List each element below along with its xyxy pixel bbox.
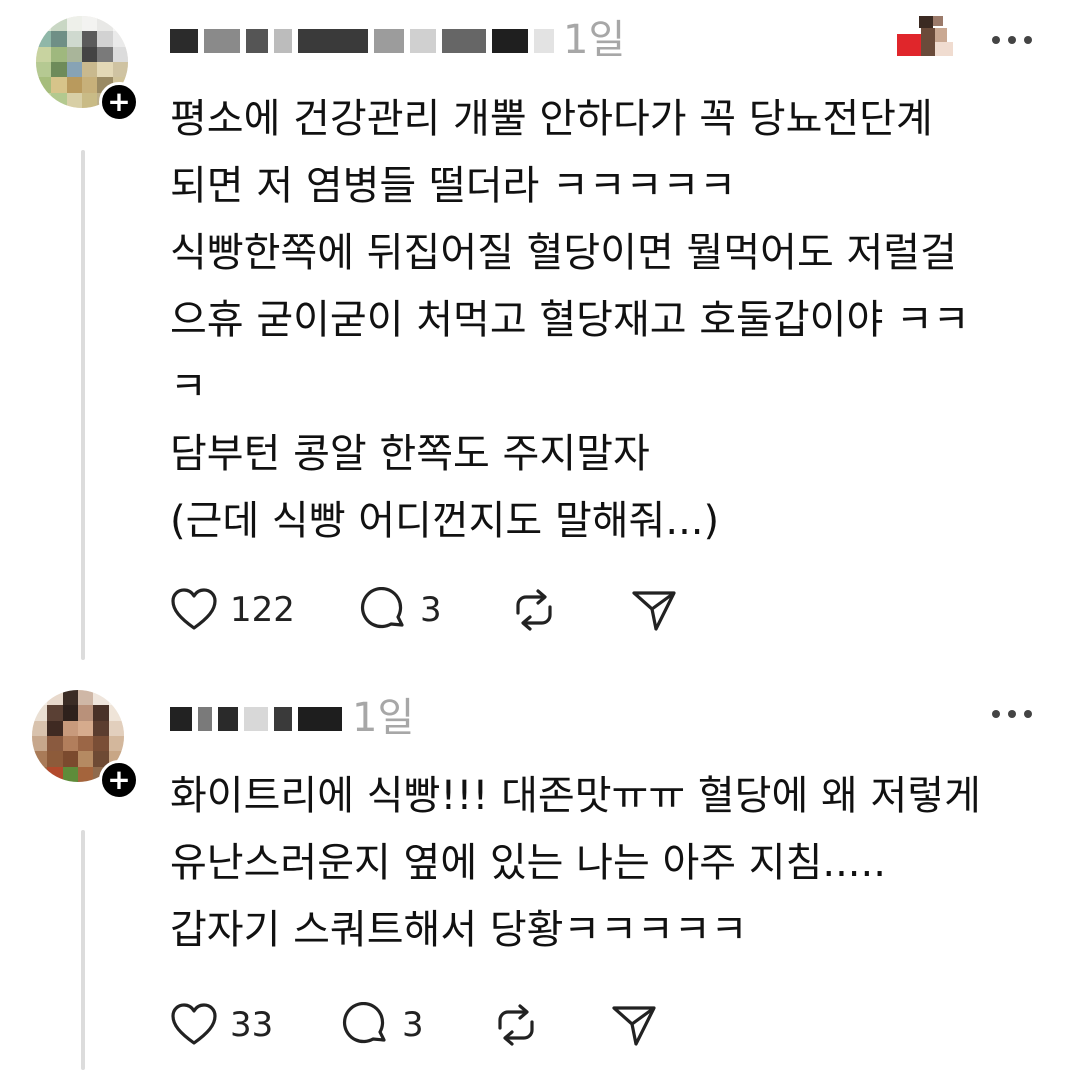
username-redacted[interactable] (170, 704, 342, 734)
share-button[interactable] (630, 580, 678, 640)
more-options-icon[interactable] (988, 704, 1036, 724)
repost-button[interactable] (510, 580, 558, 640)
thread-post: + 1일 화이트리에 식빵!!! 대존맛ㅠㅠ 혈당에 왜 저렇게 유난스러운지 … (0, 668, 1078, 1078)
repost-button[interactable] (492, 995, 540, 1055)
like-count: 122 (230, 590, 295, 630)
post-timestamp: 1일 (563, 17, 626, 63)
repost-icon (516, 589, 552, 631)
follow-plus-icon[interactable]: + (99, 760, 139, 800)
like-button[interactable]: 33 (170, 995, 273, 1055)
post-text: 화이트리에 식빵!!! 대존맛ㅠㅠ 혈당에 왜 저렇게 유난스러운지 옆에 있는… (170, 773, 981, 953)
reply-button[interactable]: 3 (342, 995, 424, 1055)
repost-icon (498, 1004, 534, 1046)
more-options-icon[interactable] (988, 30, 1036, 50)
attached-image-thumbnail[interactable] (897, 16, 957, 56)
reply-count: 3 (420, 590, 442, 630)
send-icon (632, 591, 676, 631)
reply-count: 3 (402, 1005, 424, 1045)
reply-button[interactable]: 3 (360, 580, 442, 640)
send-icon (612, 1006, 656, 1046)
heart-icon (171, 588, 217, 630)
like-count: 33 (230, 1005, 274, 1045)
share-button[interactable] (610, 995, 658, 1055)
like-button[interactable]: 122 (170, 580, 295, 640)
thread-post: + 1일 평소에 건강관리 개뿔 안하다가 꼭 당뇨전단계 되면 저 염병들 떨… (0, 0, 1078, 668)
thread-line (81, 830, 85, 1070)
heart-icon (171, 1003, 217, 1045)
thread-line (81, 150, 85, 660)
follow-plus-icon[interactable]: + (99, 82, 139, 122)
post-text: 평소에 건강관리 개뿔 안하다가 꼭 당뇨전단계 되면 저 염병들 떨더라 ㅋㅋ… (170, 96, 970, 544)
comment-bubble-icon (342, 1002, 386, 1044)
username-redacted[interactable] (170, 26, 554, 56)
post-timestamp: 1일 (352, 695, 415, 741)
comment-bubble-icon (360, 587, 404, 629)
